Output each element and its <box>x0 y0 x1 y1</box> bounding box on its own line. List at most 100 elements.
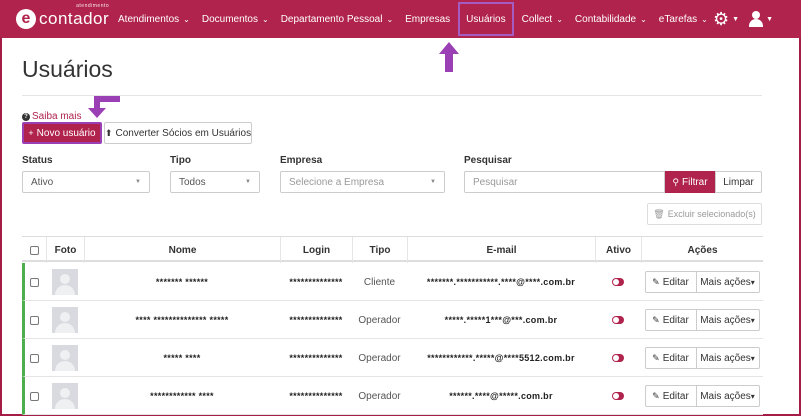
company-select[interactable]: Selecione a Empresa ▼ <box>280 171 445 193</box>
type-cell: Operador <box>352 339 407 377</box>
nav-item-collect[interactable]: Collect ⌄ <box>516 0 569 38</box>
email-cell: *****.*****1***@***.com.br <box>407 301 595 339</box>
user-email: ************.*****@****5512.com.br <box>427 353 575 363</box>
filter-button[interactable]: ⚲ Filtrar <box>665 171 715 193</box>
avatar <box>52 307 78 333</box>
more-actions-label: Mais ações <box>700 390 751 402</box>
active-toggle[interactable] <box>612 354 624 362</box>
type-cell: Operador <box>352 377 407 415</box>
row-checkbox[interactable] <box>29 353 39 363</box>
row-select-cell <box>22 377 46 415</box>
chevron-down-icon[interactable]: ▼ <box>766 16 773 23</box>
user-login: ************** <box>289 277 343 287</box>
nav-item-departamento-pessoal[interactable]: Departamento Pessoal ⌄ <box>275 0 399 38</box>
photo-cell <box>46 301 84 339</box>
user-email: *******.***********.****@****.com.br <box>426 277 576 287</box>
email-cell: ************.*****@****5512.com.br <box>407 339 595 377</box>
name-cell: **** ************** ***** <box>84 301 280 339</box>
more-actions-label: Mais ações <box>700 352 751 364</box>
search-label: Pesquisar <box>464 155 512 166</box>
edit-label: Editar <box>662 276 689 288</box>
user-type: Operador <box>358 390 401 402</box>
active-cell <box>595 301 641 339</box>
more-actions-button[interactable]: Mais ações ▾ <box>696 347 760 369</box>
avatar <box>52 383 78 409</box>
active-toggle[interactable] <box>612 316 624 324</box>
delete-selected-button[interactable]: 🗑 Excluir selecionado(s) <box>647 203 762 225</box>
convert-partners-button[interactable]: ⬆ Converter Sócios em Usuários <box>104 122 252 144</box>
edit-label: Editar <box>662 390 689 402</box>
brand-subtext: atendimento <box>76 3 110 9</box>
user-name: **** ************** ***** <box>135 315 229 325</box>
login-cell: ************** <box>280 339 352 377</box>
chevron-down-icon: ▼ <box>245 179 251 185</box>
active-toggle[interactable] <box>612 278 624 286</box>
nav-item-atendimentos[interactable]: Atendimentos ⌄ <box>112 0 196 38</box>
chevron-down-icon: ▾ <box>750 315 755 325</box>
chevron-down-icon: ⌄ <box>556 14 563 24</box>
table-row: ************ **** ************** Operador *… <box>22 377 763 415</box>
status-select[interactable]: Ativo ▼ <box>22 171 150 193</box>
chevron-down-icon: ▼ <box>135 179 141 185</box>
user-icon[interactable] <box>749 11 764 27</box>
search-input[interactable]: Pesquisar <box>464 171 665 193</box>
edit-button[interactable]: ✎ Editar <box>644 271 697 293</box>
nav-item-label: eTarefas <box>658 13 698 25</box>
brand-e-icon: e <box>16 9 36 29</box>
nav-item-etarefas[interactable]: eTarefas ⌄ <box>653 0 714 38</box>
row-checkbox[interactable] <box>29 315 39 325</box>
select-all-checkbox[interactable] <box>29 245 39 255</box>
actions-cell: ✎ Editar Mais ações ▾ <box>641 339 763 377</box>
gear-icon[interactable]: ⚙ <box>713 9 729 30</box>
row-select-cell <box>22 263 46 301</box>
more-actions-button[interactable]: Mais ações ▾ <box>696 271 760 293</box>
chevron-down-icon: ⌄ <box>386 14 394 24</box>
edit-button[interactable]: ✎ Editar <box>644 309 697 331</box>
nav-item-usuários[interactable]: Usuários <box>458 2 514 36</box>
plus-icon: + <box>28 128 34 138</box>
edit-icon: ✎ <box>652 352 660 363</box>
avatar <box>52 269 78 295</box>
more-actions-button[interactable]: Mais ações ▾ <box>696 385 760 407</box>
nav-item-documentos[interactable]: Documentos ⌄ <box>196 0 275 38</box>
help-link[interactable]: ? Saiba mais <box>22 111 81 122</box>
user-type: Cliente <box>363 276 396 288</box>
new-user-button[interactable]: + Novo usuário <box>22 122 102 144</box>
column-header-5: E-mail <box>407 237 595 263</box>
chevron-down-icon[interactable]: ▼ <box>732 16 739 23</box>
chevron-down-icon: ▾ <box>750 353 755 363</box>
user-name: ************ **** <box>150 391 214 401</box>
edit-button[interactable]: ✎ Editar <box>644 385 697 407</box>
active-cell <box>595 377 641 415</box>
column-header-7: Ações <box>641 237 763 263</box>
column-header-3: Login <box>280 237 352 263</box>
nav-item-label: Collect <box>521 13 553 25</box>
title-divider <box>22 95 762 96</box>
trash-icon: 🗑 <box>653 208 665 219</box>
row-checkbox[interactable] <box>29 391 39 401</box>
nav-item-label: Empresas <box>405 13 451 25</box>
nav-item-contabilidade[interactable]: Contabilidade ⌄ <box>569 0 653 38</box>
type-cell: Operador <box>352 301 407 339</box>
column-header-2: Nome <box>84 237 280 263</box>
brand-text: contador atendimento <box>39 3 110 28</box>
more-actions-button[interactable]: Mais ações ▾ <box>696 309 760 331</box>
active-cell <box>595 339 641 377</box>
brand-logo[interactable]: e contador atendimento <box>16 3 110 32</box>
nav-item-label: Departamento Pessoal <box>280 13 383 25</box>
edit-button[interactable]: ✎ Editar <box>644 347 697 369</box>
more-actions-label: Mais ações <box>700 314 751 326</box>
chevron-down-icon: ▾ <box>750 277 755 287</box>
user-email: ******.****@*****.com.br <box>449 391 553 401</box>
nav-item-empresas[interactable]: Empresas <box>399 0 456 38</box>
edit-icon: ✎ <box>652 276 660 287</box>
type-select[interactable]: Todos ▼ <box>170 171 260 193</box>
company-label: Empresa <box>280 155 323 166</box>
nav-item-label: Contabilidade <box>574 13 637 25</box>
row-select-cell <box>22 339 46 377</box>
active-toggle[interactable] <box>612 392 624 400</box>
clear-button[interactable]: Limpar <box>715 171 762 193</box>
nav-item-label: Documentos <box>201 13 258 25</box>
status-label: Status <box>22 155 53 166</box>
row-checkbox[interactable] <box>29 277 39 287</box>
